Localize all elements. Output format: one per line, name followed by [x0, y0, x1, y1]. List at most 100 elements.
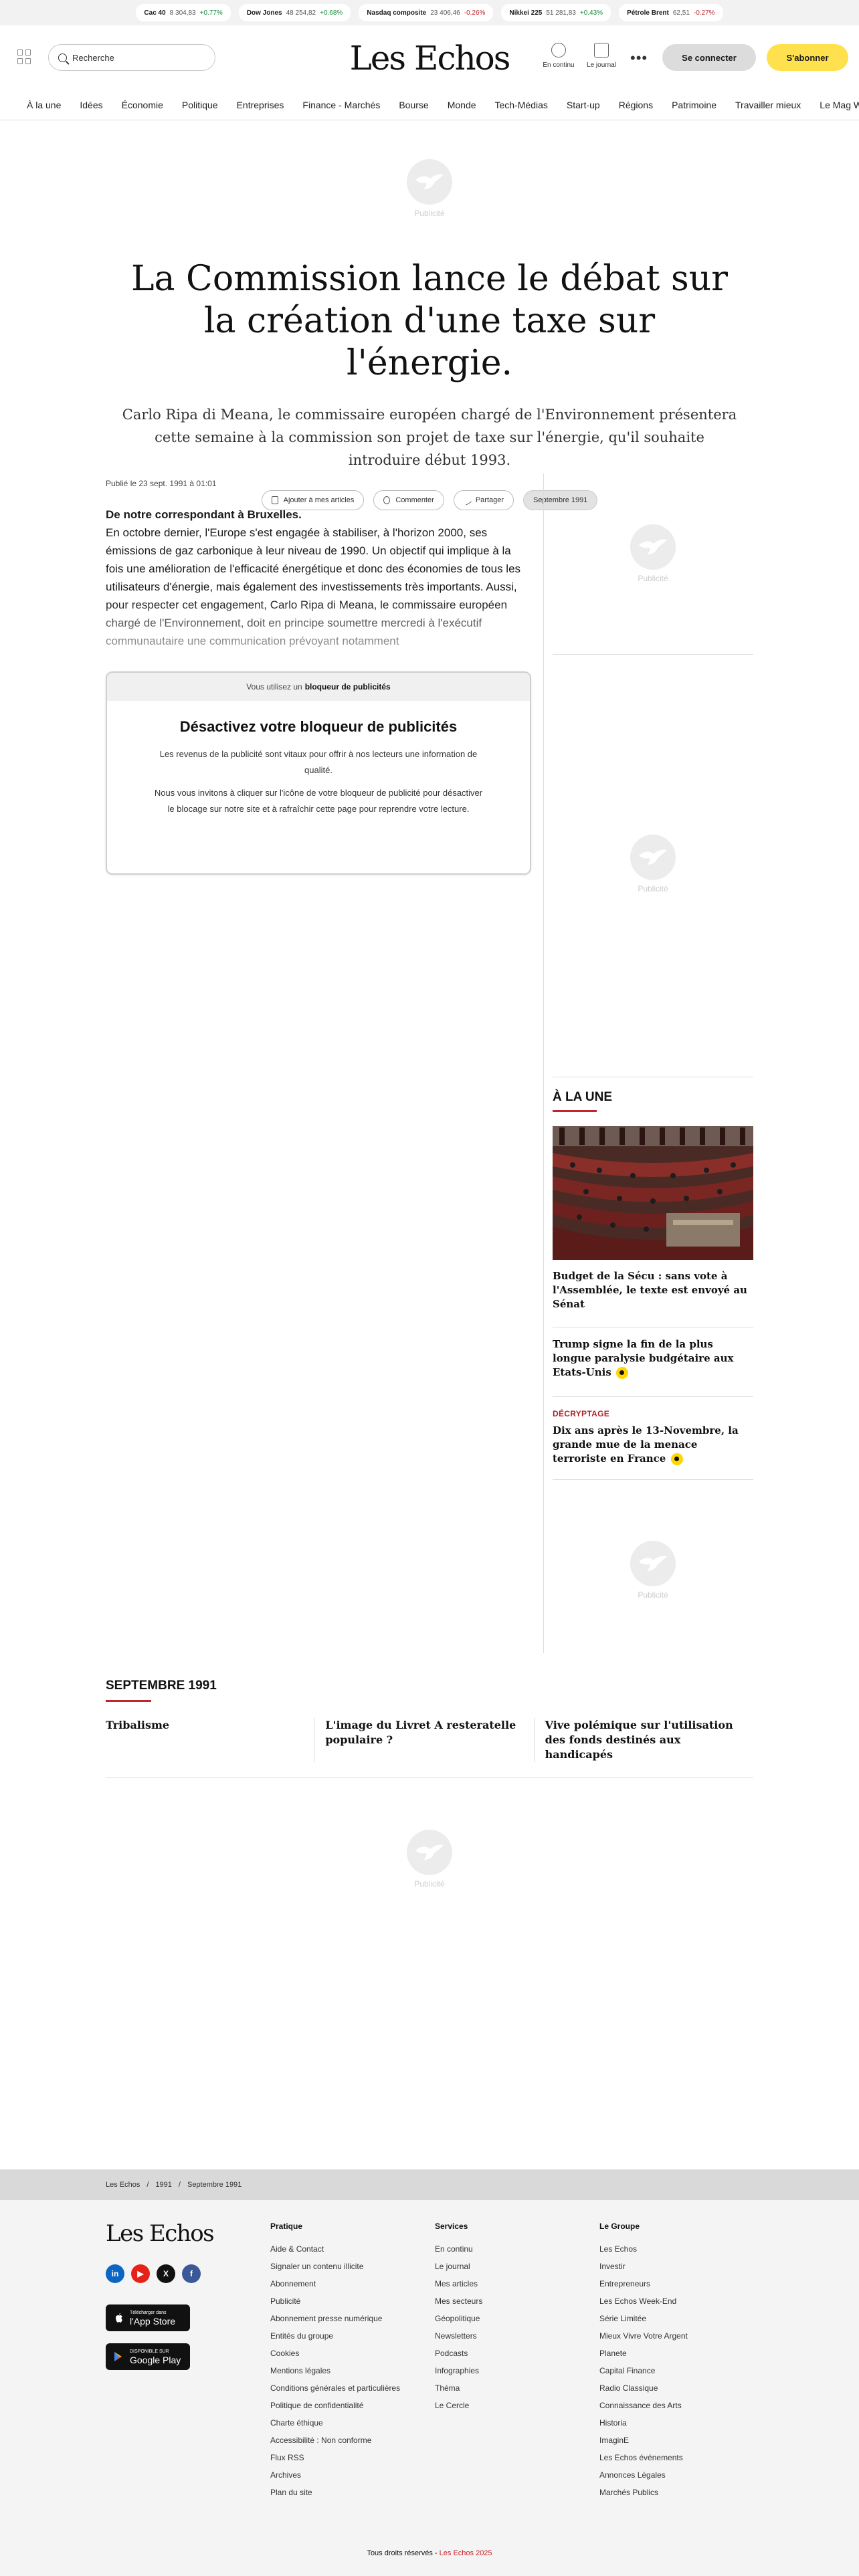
nav-item[interactable]: Patrimoine: [672, 100, 717, 110]
footer-link[interactable]: Connaissance des Arts: [599, 2397, 753, 2414]
login-button[interactable]: Se connecter: [662, 44, 756, 71]
nav-item[interactable]: Entreprises: [237, 100, 284, 110]
breadcrumb-item[interactable]: Septembre 1991: [187, 2181, 242, 2189]
nav-item[interactable]: Monde: [448, 100, 476, 110]
footer-link[interactable]: Mieux Vivre Votre Argent: [599, 2327, 753, 2345]
footer-link[interactable]: Entités du groupe: [270, 2327, 424, 2345]
nav-item[interactable]: Économie: [122, 100, 163, 110]
subscribe-button[interactable]: S'abonner: [767, 44, 848, 71]
footer-logo[interactable]: Les Echos: [106, 2220, 215, 2247]
audio-badge-icon: [670, 1453, 683, 1465]
footer-link[interactable]: Publicité: [270, 2292, 424, 2310]
breadcrumb-item[interactable]: 1991: [155, 2181, 171, 2189]
footer-link[interactable]: Le journal: [435, 2258, 589, 2275]
app-store-button[interactable]: Télécharger dans l'App Store: [106, 2304, 190, 2331]
adblock-banner: Vous utilisez un bloqueur de publicités: [107, 673, 530, 701]
nav-item[interactable]: Le Mag W-E: [820, 100, 859, 110]
nav-item[interactable]: Travailler mieux: [735, 100, 801, 110]
copyright-brand[interactable]: Les Echos 2025: [440, 2549, 492, 2557]
footer-link[interactable]: Théma: [435, 2379, 589, 2397]
footer-link[interactable]: Accessibilité : Non conforme: [270, 2432, 424, 2449]
footer-link[interactable]: Le Cercle: [435, 2397, 589, 2414]
footer-link[interactable]: Mentions légales: [270, 2362, 424, 2379]
footer-link[interactable]: Plan du site: [270, 2484, 424, 2501]
footer-link[interactable]: Historia: [599, 2414, 753, 2432]
live-label: En continu: [543, 62, 575, 69]
breadcrumb-item[interactable]: Les Echos: [106, 2181, 140, 2189]
footer-link[interactable]: En continu: [435, 2240, 589, 2258]
footer-link[interactable]: Les Echos: [599, 2240, 753, 2258]
live-link[interactable]: En continu: [541, 43, 577, 69]
more-menu-icon[interactable]: •••: [630, 49, 648, 67]
ticker-item[interactable]: Nikkei 225 51 281,83 +0.43%: [501, 4, 611, 21]
footer-link[interactable]: Charte éthique: [270, 2414, 424, 2432]
footer-link[interactable]: Planete: [599, 2345, 753, 2362]
footer-link[interactable]: Abonnement presse numérique: [270, 2310, 424, 2327]
grid-menu-icon[interactable]: [17, 49, 32, 64]
site-logo[interactable]: Les Echos: [350, 39, 511, 78]
journal-link[interactable]: Le journal: [583, 43, 619, 69]
une-article-link[interactable]: Trump signe la fin de la plus longue par…: [553, 1337, 753, 1380]
nav-item[interactable]: Régions: [619, 100, 653, 110]
month-article-link[interactable]: Vive polémique sur l'utilisation des fon…: [533, 1718, 753, 1762]
facebook-icon[interactable]: f: [182, 2264, 201, 2283]
linkedin-icon[interactable]: in: [106, 2264, 124, 2283]
nav-item[interactable]: À la une: [27, 100, 61, 110]
nav-item[interactable]: Idées: [80, 100, 102, 110]
footer-link[interactable]: Infographies: [435, 2362, 589, 2379]
ticker-item[interactable]: Cac 40 8 304,83 +0.77%: [136, 4, 231, 21]
footer-link[interactable]: Investir: [599, 2258, 753, 2275]
nav-item[interactable]: Start-up: [567, 100, 600, 110]
month-article-link[interactable]: Tribalisme: [106, 1718, 314, 1762]
footer-link[interactable]: Mes secteurs: [435, 2292, 589, 2310]
month-article-link[interactable]: L'image du Livret A resteratelle populai…: [314, 1718, 533, 1762]
nav-item[interactable]: Bourse: [399, 100, 428, 110]
footer-link[interactable]: Mes articles: [435, 2275, 589, 2292]
search-input[interactable]: [72, 52, 205, 63]
adblock-text: Nous vous invitons à cliquer sur l'icône…: [154, 788, 483, 814]
nav-item[interactable]: Politique: [182, 100, 218, 110]
ticker-item[interactable]: Dow Jones 48 254,82 +0.68%: [238, 4, 351, 21]
footer-link[interactable]: Archives: [270, 2466, 424, 2484]
footer-link[interactable]: Radio Classique: [599, 2379, 753, 2397]
footer-link[interactable]: Capital Finance: [599, 2362, 753, 2379]
footer-link[interactable]: Flux RSS: [270, 2449, 424, 2466]
footer-link[interactable]: Podcasts: [435, 2345, 589, 2362]
breadcrumb-separator: /: [147, 2181, 149, 2189]
ticker-item[interactable]: Pétrole Brent 62,51 -0.27%: [619, 4, 723, 21]
footer-link[interactable]: Géopolitique: [435, 2310, 589, 2327]
footer-link[interactable]: Les Echos Week-End: [599, 2292, 753, 2310]
ad-label: Publicité: [638, 574, 668, 583]
footer-link[interactable]: ImaginE: [599, 2432, 753, 2449]
footer-link[interactable]: Newsletters: [435, 2327, 589, 2345]
footer-link[interactable]: Cookies: [270, 2345, 424, 2362]
une-photo[interactable]: [553, 1126, 753, 1260]
footer-link[interactable]: Politique de confidentialité: [270, 2397, 424, 2414]
footer-link[interactable]: Série Limitée: [599, 2310, 753, 2327]
footer-link[interactable]: Les Echos événements: [599, 2449, 753, 2466]
ticker-value: 62,51: [672, 9, 690, 17]
bottom-ad: Publicité: [0, 1830, 859, 1889]
divider: [553, 654, 753, 655]
ticker-item[interactable]: Nasdaq composite 23 406,46 -0.26%: [359, 4, 494, 21]
nav-item[interactable]: Finance - Marchés: [302, 100, 380, 110]
footer-link[interactable]: Aide & Contact: [270, 2240, 424, 2258]
month-section: SEPTEMBRE 1991 Tribalisme L'image du Liv…: [106, 1679, 753, 1778]
footer-link[interactable]: Annonces Légales: [599, 2466, 753, 2484]
footer-link[interactable]: Conditions générales et particulières: [270, 2379, 424, 2397]
footer-link[interactable]: Signaler un contenu illicite: [270, 2258, 424, 2275]
une-article-link[interactable]: Budget de la Sécu : sans vote à l'Assemb…: [553, 1269, 753, 1311]
search-box[interactable]: [48, 44, 215, 71]
google-play-button[interactable]: DISPONIBLE SUR Google Play: [106, 2343, 190, 2370]
footer-link[interactable]: Entrepreneurs: [599, 2275, 753, 2292]
footer-link[interactable]: Marchés Publics: [599, 2484, 753, 2501]
ad-placeholder: Publicité: [630, 524, 676, 583]
une-article-link[interactable]: DÉCRYPTAGE Dix ans après le 13-Novembre,…: [553, 1407, 753, 1466]
youtube-icon[interactable]: ▶: [131, 2264, 150, 2283]
ticker-change: +0.43%: [579, 9, 603, 17]
adblock-banner-text: Vous utilisez un: [246, 682, 302, 691]
footer-link[interactable]: Abonnement: [270, 2275, 424, 2292]
store-small-text: Télécharger dans: [130, 2310, 167, 2315]
x-icon[interactable]: X: [157, 2264, 175, 2283]
nav-item[interactable]: Tech-Médias: [495, 100, 548, 110]
